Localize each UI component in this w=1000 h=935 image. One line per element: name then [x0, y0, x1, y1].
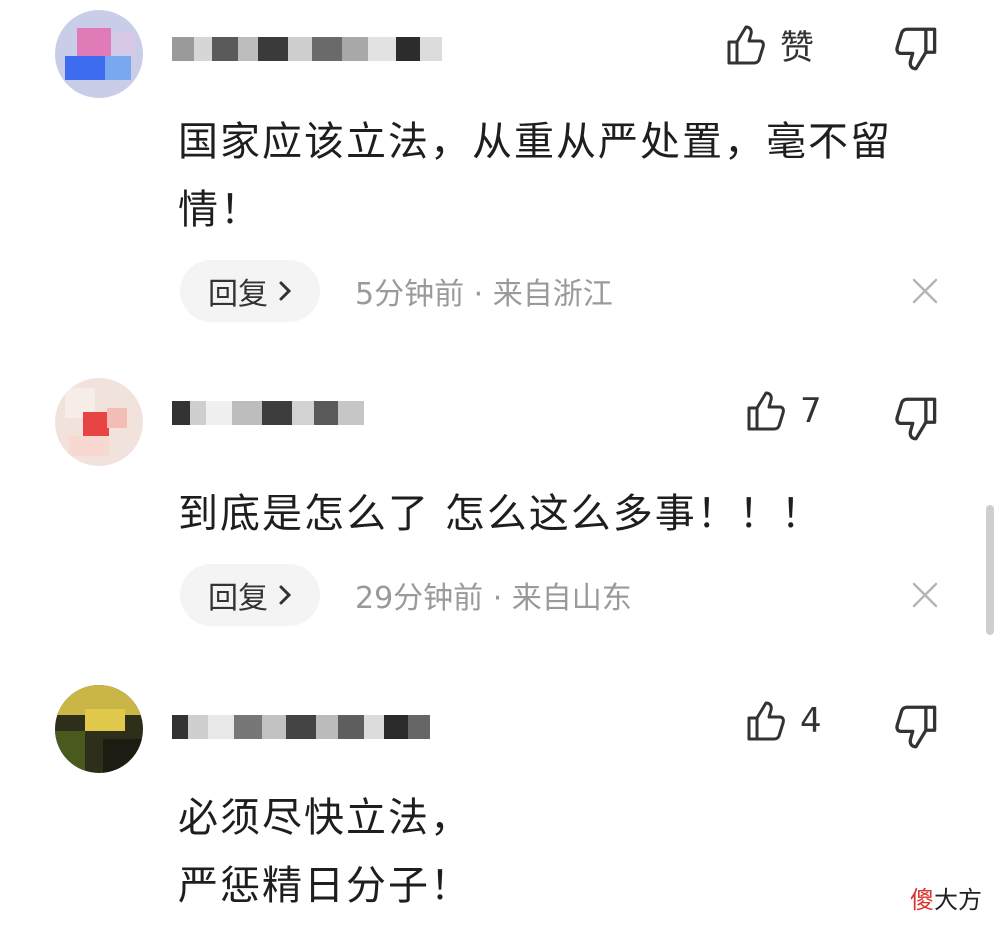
like-button[interactable]: 7	[746, 390, 822, 432]
like-count: 4	[800, 701, 822, 741]
avatar[interactable]	[55, 10, 143, 98]
comment-meta: 29分钟前 · 来自山东	[355, 581, 632, 616]
username-blurred[interactable]	[172, 706, 430, 748]
reply-label: 回复	[208, 277, 268, 312]
avatar[interactable]	[55, 685, 143, 773]
scrollbar[interactable]	[986, 505, 994, 635]
username-blurred[interactable]	[172, 28, 442, 70]
like-count: 7	[800, 391, 822, 431]
dislike-button[interactable]	[893, 26, 939, 72]
close-button[interactable]	[905, 271, 945, 311]
comment-item: 赞 国家应该立法，从重从严处置，毫不留情！ 回复 5分钟前 · 来自浙江	[0, 0, 1000, 330]
avatar[interactable]	[55, 378, 143, 466]
like-button[interactable]: 赞	[726, 20, 814, 69]
dislike-button[interactable]	[893, 704, 939, 750]
comment-line: 严惩精日分子！	[178, 863, 472, 909]
comment-text: 国家应该立法，从重从严处置，毫不留情！	[178, 119, 892, 233]
comment-item: 4 必须尽快立法， 严惩精日分子！	[0, 680, 1000, 935]
thumb-up-icon	[727, 25, 765, 64]
comment-text: 到底是怎么了 怎么这么多事！！！	[178, 491, 823, 537]
comment-item: 7 到底是怎么了 怎么这么多事！！！ 回复 29分钟前 · 来自山东	[0, 370, 1000, 650]
comment-meta: 5分钟前 · 来自浙江	[355, 277, 613, 312]
watermark-accent: 傻	[910, 886, 934, 914]
watermark-text: 大方	[934, 886, 982, 914]
watermark: 傻大方	[910, 880, 982, 915]
like-label: 赞	[780, 28, 814, 68]
close-button[interactable]	[905, 575, 945, 615]
dislike-button[interactable]	[893, 396, 939, 442]
thumb-down-icon	[895, 705, 937, 749]
reply-button[interactable]: 回复	[180, 260, 320, 322]
chevron-right-icon	[279, 281, 292, 301]
thumb-up-icon	[747, 391, 785, 431]
comment-text: 必须尽快立法， 严惩精日分子！	[178, 784, 948, 920]
thumb-down-icon	[895, 397, 937, 441]
close-icon	[912, 582, 938, 608]
close-icon	[912, 278, 938, 304]
comment-line: 必须尽快立法，	[178, 795, 472, 841]
thumb-down-icon	[895, 27, 937, 71]
chevron-right-icon	[279, 585, 292, 605]
reply-label: 回复	[208, 581, 268, 616]
thumb-up-icon	[747, 701, 785, 741]
reply-button[interactable]: 回复	[180, 564, 320, 626]
username-blurred[interactable]	[172, 392, 364, 434]
like-button[interactable]: 4	[746, 700, 822, 742]
